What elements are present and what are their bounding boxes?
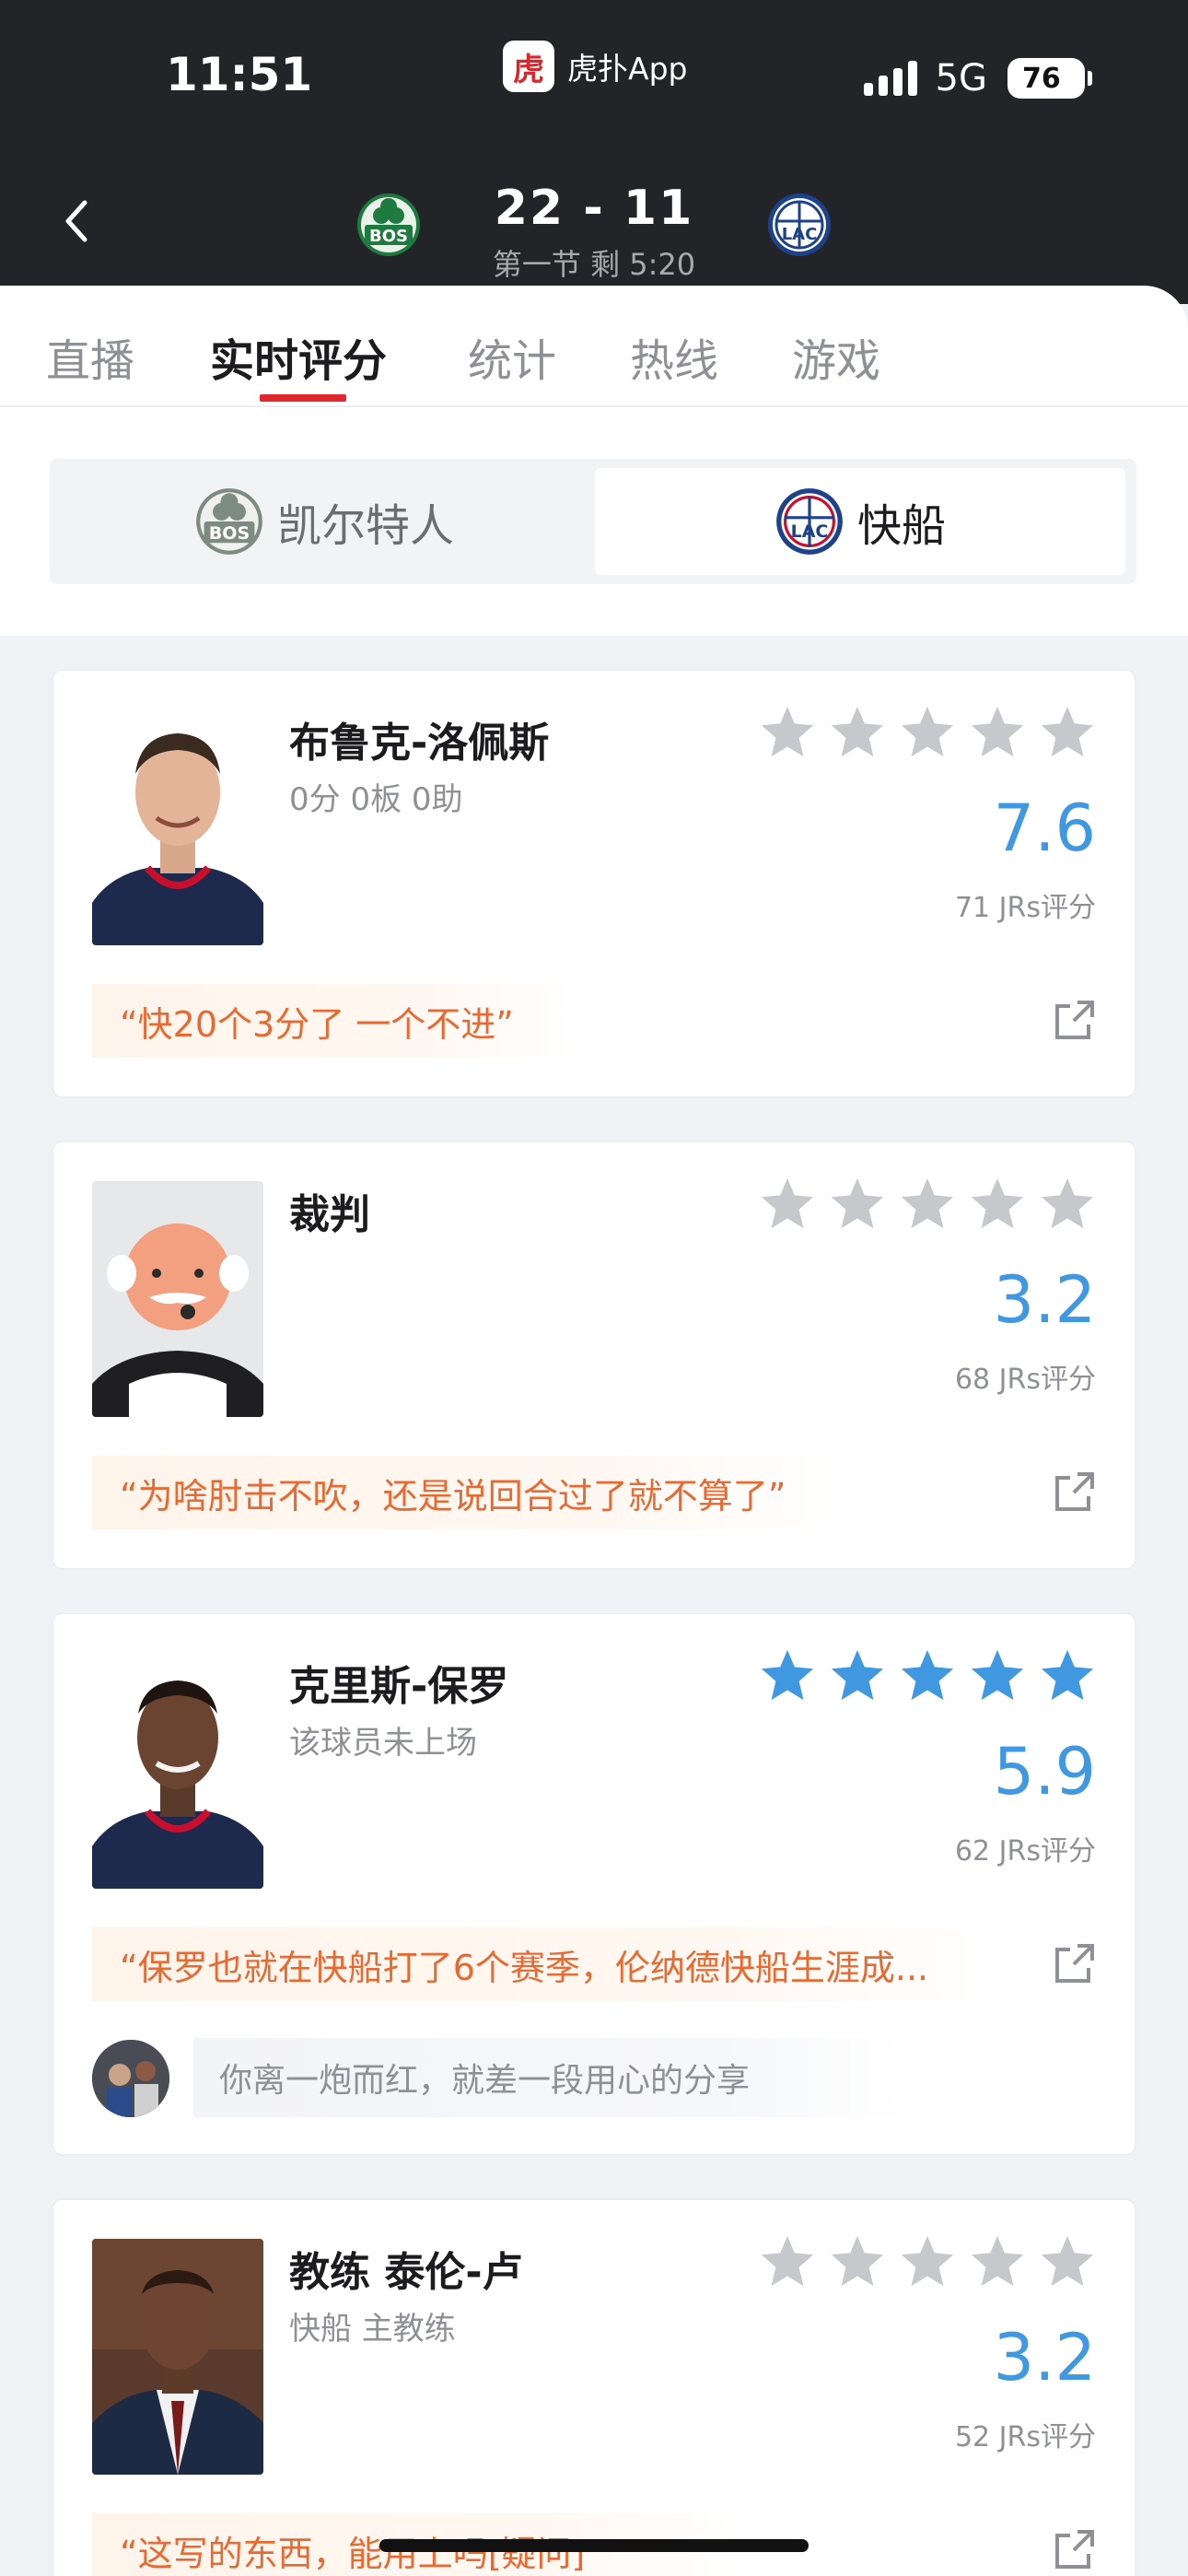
rating-card[interactable]: 教练 泰伦-卢 快船 主教练 3.2 52 JRs评分 “这写的东西，能用上吗[… bbox=[52, 2198, 1136, 2576]
rating-score: 3.2 bbox=[993, 2320, 1096, 2395]
player-stats: 该球员未上场 bbox=[289, 1725, 477, 1762]
star-empty-icon[interactable] bbox=[899, 704, 956, 761]
status-right-group: 5G 76 bbox=[863, 57, 1092, 100]
star-empty-icon[interactable] bbox=[899, 2233, 956, 2290]
team-option-clippers[interactable]: LAC 快船 bbox=[595, 468, 1125, 575]
star-empty-icon[interactable] bbox=[1039, 1176, 1096, 1233]
player-name: 裁判 bbox=[289, 1191, 370, 1238]
coach-name: 教练 泰伦-卢 bbox=[289, 2249, 523, 2296]
share-icon[interactable] bbox=[1054, 1470, 1096, 1513]
star-empty-icon[interactable] bbox=[759, 2233, 816, 2290]
star-empty-icon[interactable] bbox=[829, 1176, 886, 1233]
player-photo bbox=[92, 709, 263, 945]
battery-icon: 76 bbox=[1007, 58, 1092, 99]
home-team-abbr: BOS bbox=[209, 523, 250, 544]
rating-vote-count: 68 JRs评分 bbox=[954, 1364, 1096, 1396]
rating-stars[interactable] bbox=[759, 1176, 1096, 1233]
player-stats: 0分 0板 0助 bbox=[289, 781, 463, 818]
star-empty-icon[interactable] bbox=[829, 2233, 886, 2290]
battery-level: 76 bbox=[1022, 62, 1061, 95]
coach-role: 快船 主教练 bbox=[289, 2311, 456, 2348]
tab-games[interactable]: 游戏 bbox=[792, 324, 880, 389]
star-empty-icon[interactable] bbox=[969, 704, 1026, 761]
star-empty-icon[interactable] bbox=[759, 1176, 816, 1233]
rating-vote-count: 62 JRs评分 bbox=[954, 1835, 1096, 1868]
top-comment-quote[interactable]: “保罗也就在快船打了6个赛季，伦纳德快船生涯成... bbox=[92, 1927, 1000, 2001]
rating-stars[interactable] bbox=[759, 2233, 1096, 2290]
rating-score: 7.6 bbox=[993, 790, 1096, 866]
player-name: 克里斯-保罗 bbox=[289, 1663, 509, 1710]
share-icon[interactable] bbox=[1054, 999, 1096, 1041]
star-empty-icon[interactable] bbox=[899, 1176, 956, 1233]
star-empty-icon[interactable] bbox=[969, 2233, 1026, 2290]
star-filled-icon[interactable] bbox=[759, 1647, 816, 1704]
player-photo bbox=[92, 1653, 263, 1889]
tab-hotline[interactable]: 热线 bbox=[630, 324, 718, 389]
top-comment-quote[interactable]: “快20个3分了 一个不进” bbox=[92, 984, 571, 1058]
score-box: 22 - 11 第一节 剩 5:20 bbox=[0, 181, 1188, 284]
game-period: 第一节 剩 5:20 bbox=[492, 247, 696, 282]
tab-live-rating[interactable]: 实时评分 bbox=[210, 324, 387, 389]
cellular-signal-icon bbox=[863, 61, 917, 96]
home-indicator[interactable] bbox=[379, 2539, 809, 2552]
tab-bar: 直播 实时评分 统计 热线 游戏 bbox=[0, 286, 1188, 407]
star-empty-icon[interactable] bbox=[1039, 704, 1096, 761]
rating-vote-count: 52 JRs评分 bbox=[954, 2421, 1096, 2453]
clippers-logo-icon: LAC bbox=[776, 488, 843, 555]
star-empty-icon[interactable] bbox=[759, 704, 816, 761]
rating-card[interactable]: 裁判 3.2 68 JRs评分 “为啥肘击不吹，还是说回合过了就不算了” bbox=[52, 1141, 1136, 1570]
star-empty-icon[interactable] bbox=[829, 704, 886, 761]
share-icon[interactable] bbox=[1054, 2528, 1096, 2570]
hupu-app-icon: 虎 bbox=[503, 41, 554, 92]
referee-avatar bbox=[92, 1181, 263, 1417]
star-filled-icon[interactable] bbox=[829, 1647, 886, 1704]
away-team-abbr: LAC bbox=[791, 521, 829, 542]
rating-card[interactable]: 布鲁克-洛佩斯 0分 0板 0助 7.6 71 JRs评分 “快20个3分了 一… bbox=[52, 669, 1136, 1098]
game-header: 11:51 虎 虎扑App 5G 76 BOS 22 - 11 第一节 剩 5:… bbox=[0, 0, 1188, 304]
game-score: 22 - 11 bbox=[494, 181, 694, 236]
tab-live[interactable]: 直播 bbox=[46, 324, 134, 389]
rating-stars[interactable] bbox=[759, 704, 1096, 761]
team-option-celtics-label: 凯尔特人 bbox=[276, 500, 454, 552]
star-filled-icon[interactable] bbox=[1039, 1647, 1096, 1704]
celtics-logo-icon: BOS bbox=[196, 488, 262, 555]
status-app-indicator: 虎 虎扑App bbox=[503, 41, 687, 92]
rating-stars[interactable] bbox=[759, 1647, 1096, 1704]
player-name: 布鲁克-洛佩斯 bbox=[289, 720, 550, 767]
star-empty-icon[interactable] bbox=[969, 1176, 1026, 1233]
rating-vote-count: 71 JRs评分 bbox=[954, 892, 1096, 924]
rating-score: 5.9 bbox=[993, 1734, 1096, 1809]
team-switch-area: BOS 凯尔特人 LAC 快船 bbox=[0, 407, 1188, 636]
status-time: 11:51 bbox=[166, 48, 313, 101]
star-empty-icon[interactable] bbox=[1039, 2233, 1096, 2290]
team-option-celtics[interactable]: BOS 凯尔特人 bbox=[59, 468, 589, 575]
user-avatar[interactable] bbox=[92, 2040, 169, 2117]
share-icon[interactable] bbox=[1054, 1942, 1096, 1985]
star-filled-icon[interactable] bbox=[899, 1647, 956, 1704]
rating-score: 3.2 bbox=[993, 1262, 1096, 1338]
team-switch: BOS 凯尔特人 LAC 快船 bbox=[50, 459, 1136, 584]
comment-input[interactable]: 你离一炮而红，就差一段用心的分享 bbox=[193, 2038, 903, 2117]
away-team-abbr: LAC bbox=[782, 225, 818, 244]
star-filled-icon[interactable] bbox=[969, 1647, 1026, 1704]
top-comment-quote[interactable]: “为啥肘击不吹，还是说回合过了就不算了” bbox=[92, 1456, 834, 1529]
team-option-clippers-label: 快船 bbox=[856, 500, 946, 552]
status-app-name: 虎扑App bbox=[567, 51, 688, 87]
rating-card[interactable]: 克里斯-保罗 该球员未上场 5.9 62 JRs评分 “保罗也就在快船打了6个赛… bbox=[52, 1612, 1136, 2156]
network-type: 5G bbox=[935, 57, 987, 100]
tab-stats[interactable]: 统计 bbox=[468, 324, 556, 389]
comment-compose-row: 你离一炮而红，就差一段用心的分享 bbox=[92, 2038, 1105, 2117]
active-tab-indicator bbox=[260, 394, 346, 402]
clippers-logo-icon[interactable]: LAC bbox=[766, 192, 833, 258]
coach-photo bbox=[92, 2239, 263, 2475]
